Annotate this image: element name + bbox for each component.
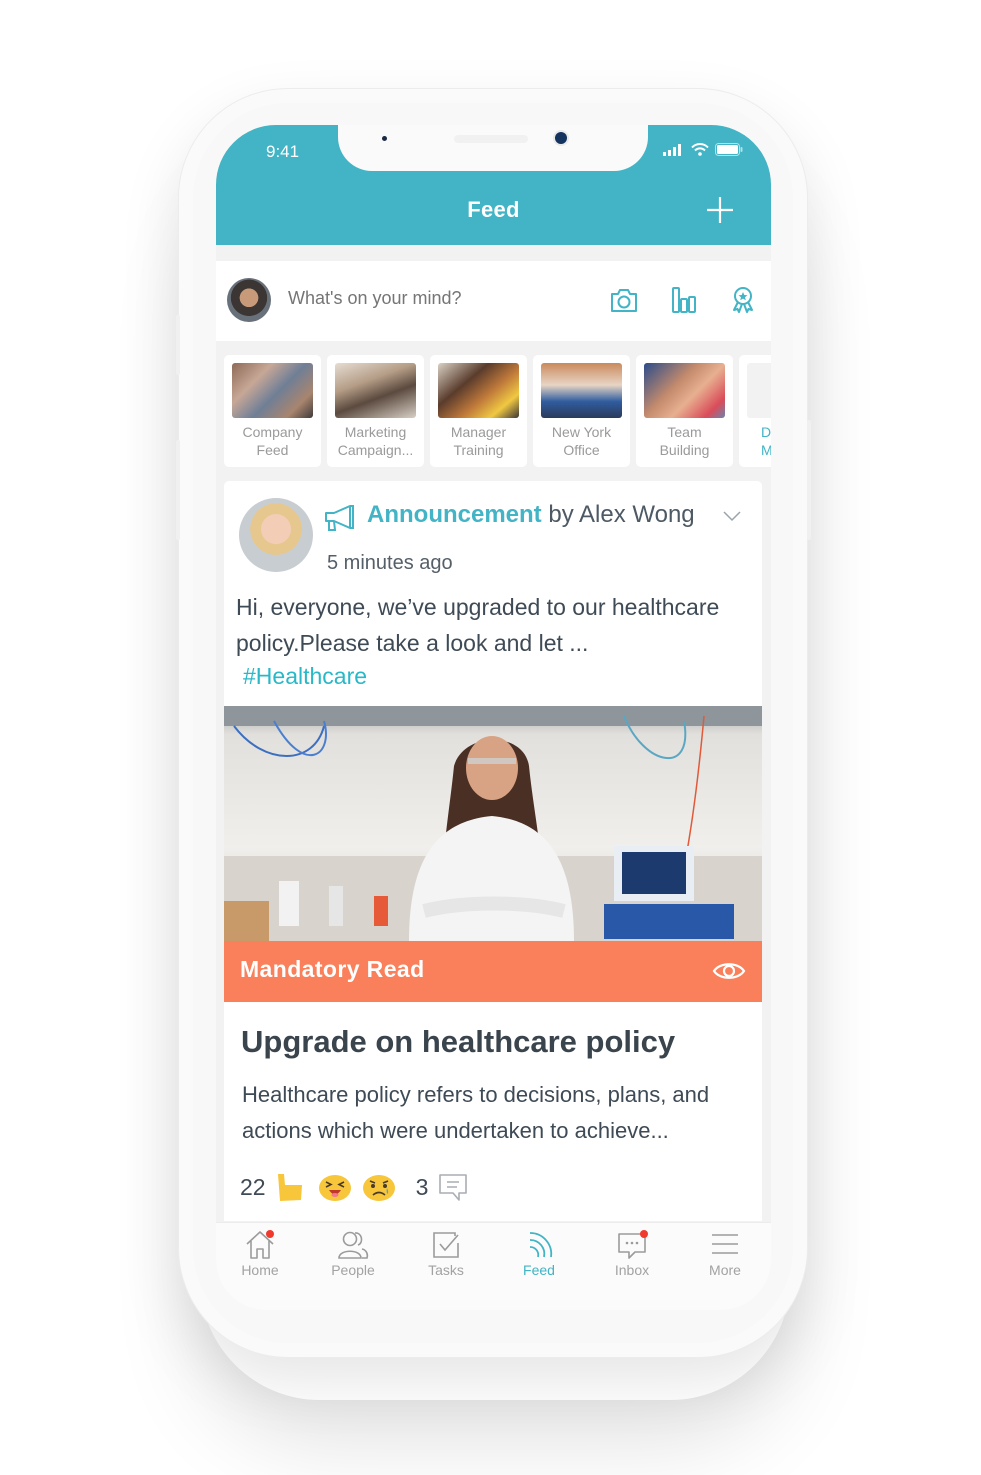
side-button xyxy=(807,420,811,540)
camera-icon[interactable] xyxy=(609,285,639,315)
plus-icon[interactable] xyxy=(705,195,735,225)
tab-label: People xyxy=(331,1262,375,1278)
group-label: Company Feed xyxy=(242,424,303,458)
group-card[interactable]: Manager Training xyxy=(430,355,527,467)
group-card[interactable]: DiM xyxy=(739,355,771,467)
notification-badge xyxy=(266,1230,274,1238)
group-thumbnail xyxy=(438,363,519,418)
app-screen: 9:41 Feed What's on your mind? Company F… xyxy=(216,125,771,1310)
menu-icon xyxy=(712,1234,738,1254)
feed-icon xyxy=(529,1232,553,1258)
lab-photo xyxy=(224,706,762,941)
inbox-icon xyxy=(618,1230,648,1259)
tab-label: Tasks xyxy=(428,1262,464,1278)
group-card[interactable]: Team Building xyxy=(636,355,733,467)
chevron-down-icon[interactable] xyxy=(722,509,742,523)
post-composer xyxy=(216,261,771,341)
laughing-emoji-icon[interactable] xyxy=(318,1170,352,1204)
group-card[interactable]: Company Feed xyxy=(224,355,321,467)
post-type-link[interactable]: Announcement xyxy=(367,501,542,528)
side-button xyxy=(176,440,180,540)
groups-carousel[interactable]: Company Feed Marketing Campaign... Manager… xyxy=(216,351,771,469)
post-card: Announcement by Alex Wong 5 minutes ago … xyxy=(224,481,762,1221)
page-title: Feed xyxy=(467,197,520,222)
post-image[interactable] xyxy=(224,706,762,941)
notification-badge xyxy=(640,1230,648,1238)
user-avatar[interactable] xyxy=(227,278,271,322)
tab-feed[interactable]: Feed xyxy=(504,1229,574,1279)
crying-emoji-icon[interactable] xyxy=(362,1170,396,1204)
thumbs-up-icon[interactable] xyxy=(274,1170,308,1204)
megaphone-icon xyxy=(325,505,354,531)
tab-label: Inbox xyxy=(614,1262,650,1278)
app-header: 9:41 Feed xyxy=(216,125,771,245)
side-button xyxy=(176,315,180,375)
group-label: New York Office xyxy=(551,424,612,458)
status-icons xyxy=(663,143,743,156)
eye-icon[interactable] xyxy=(712,959,746,983)
reactions-bar: 22 3 xyxy=(240,1169,480,1205)
tasks-icon xyxy=(433,1232,459,1258)
whats-on-your-mind-input[interactable] xyxy=(288,288,588,309)
tab-more[interactable]: More xyxy=(690,1229,760,1279)
status-time: 9:41 xyxy=(266,142,300,161)
author-avatar[interactable] xyxy=(239,498,313,572)
group-thumbnail xyxy=(644,363,725,418)
mandatory-read-label: Mandatory Read xyxy=(240,956,425,982)
group-thumbnail xyxy=(232,363,313,418)
wifi-icon xyxy=(691,143,709,156)
people-icon xyxy=(338,1231,369,1259)
group-label: Team Building xyxy=(659,424,710,458)
comment-count[interactable]: 3 xyxy=(416,1174,429,1201)
tab-inbox[interactable]: Inbox xyxy=(597,1229,667,1279)
tab-label: Feed xyxy=(523,1262,555,1278)
award-icon[interactable] xyxy=(728,285,758,315)
poll-icon[interactable] xyxy=(669,285,699,315)
post-body: Hi, everyone, we’ve upgraded to our heal… xyxy=(236,594,720,656)
group-card[interactable]: New York Office xyxy=(533,355,630,467)
speaker xyxy=(454,135,528,143)
post-header: Announcement by Alex Wong xyxy=(367,501,695,529)
tab-home[interactable]: Home xyxy=(225,1229,295,1279)
battery-icon xyxy=(715,143,743,156)
home-icon xyxy=(246,1230,274,1259)
tab-label: Home xyxy=(241,1262,279,1278)
comment-icon[interactable] xyxy=(436,1170,470,1204)
group-thumbnail xyxy=(335,363,416,418)
sensor xyxy=(382,136,387,141)
group-label: Marketing Campaign... xyxy=(337,424,414,458)
post-author: by Alex Wong xyxy=(541,501,695,528)
tab-people[interactable]: People xyxy=(318,1229,388,1279)
bottom-tab-bar: Home People Tasks Feed Inbox More xyxy=(216,1222,771,1310)
reaction-count[interactable]: 22 xyxy=(240,1174,266,1201)
group-thumbnail xyxy=(541,363,622,418)
signal-icon xyxy=(663,143,681,156)
tab-label: More xyxy=(709,1262,741,1278)
notch xyxy=(338,125,648,171)
group-label: Manager Training xyxy=(450,424,507,458)
article-title[interactable]: Upgrade on healthcare policy xyxy=(241,1024,675,1060)
tab-tasks[interactable]: Tasks xyxy=(411,1229,481,1279)
post-timestamp: 5 minutes ago xyxy=(327,552,453,574)
group-label: DiM xyxy=(761,424,771,458)
mandatory-read-banner[interactable]: Mandatory Read xyxy=(224,941,762,1002)
group-card[interactable]: Marketing Campaign... xyxy=(327,355,424,467)
front-camera xyxy=(555,132,567,144)
group-thumbnail xyxy=(747,363,771,418)
article-description: Healthcare policy refers to decisions, p… xyxy=(242,1082,710,1143)
hashtag-link[interactable]: #Healthcare xyxy=(243,663,367,690)
